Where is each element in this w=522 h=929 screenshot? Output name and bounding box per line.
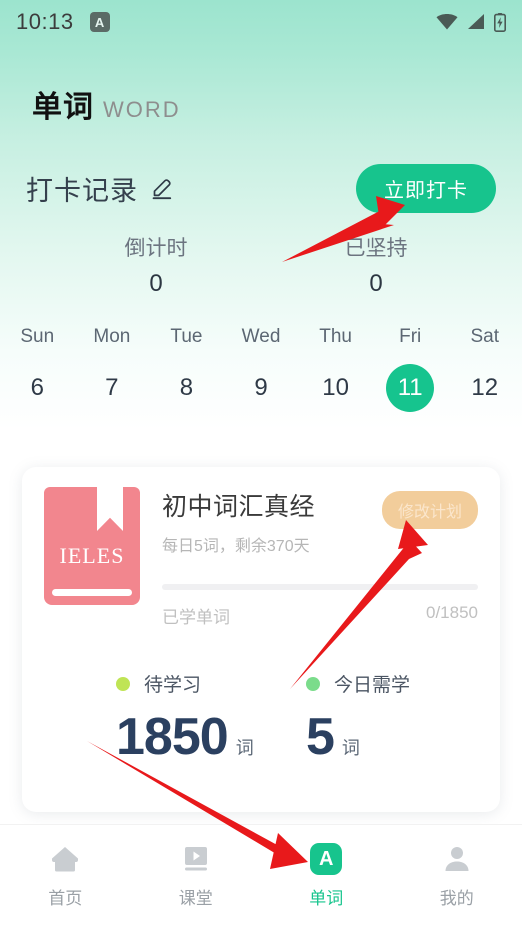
- day-col: Sat: [447, 326, 522, 348]
- app-root: 10:13 A 单词 WORD 打卡记录 立即打卡 倒计时 0 已坚持 0 Su…: [0, 0, 522, 929]
- day-col: Mon: [75, 326, 150, 348]
- day-number: 12: [471, 374, 499, 401]
- day-of-week-label: Sat: [470, 326, 500, 347]
- plan-card-header: IELES 初中词汇真经 每日5词，剩余370天 修改计划 已学单词 0/185…: [44, 487, 478, 628]
- stat-pending-head: 待学习: [116, 670, 288, 697]
- stat-pending: 待学习 1850 词: [44, 670, 288, 767]
- day-col: Fri: [373, 326, 448, 348]
- person-icon: [443, 841, 471, 877]
- day-of-week-label: Mon: [93, 326, 131, 347]
- checkin-record-row: 打卡记录 立即打卡: [0, 160, 522, 216]
- status-dot: [306, 676, 320, 691]
- nav-item-home[interactable]: 首页: [0, 841, 131, 929]
- nav-label-word: 单词: [309, 889, 344, 908]
- nav-label-profile: 我的: [439, 889, 474, 908]
- day-cell-11[interactable]: 11: [373, 364, 448, 412]
- week-day-numbers: 6 7 8 9 10 11 12: [0, 364, 522, 412]
- stat-pending-value: 1850 词: [116, 707, 288, 767]
- nav-label-home: 首页: [48, 889, 83, 908]
- counter-streak-label: 已坚持: [344, 237, 408, 260]
- counter-countdown: 倒计时 0: [0, 232, 266, 298]
- checkin-record-title: 打卡记录: [26, 175, 138, 206]
- book-cover-icon: IELES: [44, 487, 140, 605]
- bottom-navigation: 首页 课堂 A 单词 我的: [0, 824, 522, 929]
- study-plan-card[interactable]: IELES 初中词汇真经 每日5词，剩余370天 修改计划 已学单词 0/185…: [22, 467, 500, 812]
- day-of-week-label: Thu: [319, 326, 352, 347]
- book-spine: [52, 589, 132, 596]
- week-calendar: Sun Mon Tue Wed Thu Fri Sat 6 7 8 9 10 1…: [0, 326, 522, 412]
- stat-today-label: 今日需学: [334, 675, 411, 696]
- plan-progress-row: 已学单词 0/1850: [162, 603, 478, 628]
- word-a-badge-letter: A: [310, 843, 343, 875]
- page-title: 单词 WORD: [32, 82, 181, 126]
- stat-today-unit: 词: [341, 738, 360, 758]
- day-number: 6: [30, 374, 44, 401]
- checkin-counters: 倒计时 0 已坚持 0: [0, 232, 522, 298]
- day-of-week-label: Sun: [20, 326, 55, 347]
- day-number: 9: [254, 374, 268, 401]
- day-col: Wed: [224, 326, 299, 348]
- book-cover-label: IELES: [59, 543, 125, 568]
- day-of-week-label: Tue: [170, 326, 203, 347]
- counter-streak: 已坚持 0: [266, 232, 522, 298]
- status-bar: 10:13 A: [0, 0, 522, 44]
- nav-item-word[interactable]: A 单词: [261, 841, 392, 929]
- day-cell-12[interactable]: 12: [447, 364, 522, 412]
- stat-pending-number: 1850: [116, 708, 229, 766]
- checkin-now-button[interactable]: 立即打卡: [356, 163, 496, 213]
- day-col: Thu: [298, 326, 373, 348]
- week-day-names: Sun Mon Tue Wed Thu Fri Sat: [0, 326, 522, 348]
- day-number: 7: [105, 374, 119, 401]
- stat-today: 今日需学 5 词: [288, 670, 478, 767]
- plan-progress-bar: [162, 584, 478, 590]
- status-indicators: [436, 12, 506, 32]
- plan-progress-value: 0/1850: [426, 603, 478, 622]
- day-of-week-label: Fri: [399, 326, 422, 347]
- counter-countdown-label: 倒计时: [124, 237, 188, 260]
- stat-pending-unit: 词: [235, 738, 254, 758]
- stat-today-number: 5: [306, 708, 335, 766]
- notification-app-icon: A: [89, 12, 110, 32]
- day-cell-8[interactable]: 8: [149, 364, 224, 412]
- page-title-en: WORD: [103, 97, 181, 122]
- battery-charging-icon: [494, 12, 506, 32]
- day-col: Tue: [149, 326, 224, 348]
- plan-progress-label: 已学单词: [162, 608, 230, 627]
- plan-subtitle: 每日5词，剩余370天: [162, 538, 310, 555]
- play-icon: [182, 841, 210, 877]
- nav-label-class: 课堂: [178, 889, 213, 908]
- page-title-cn: 单词: [32, 91, 94, 124]
- day-of-week-label: Wed: [241, 326, 281, 347]
- stat-today-head: 今日需学: [306, 670, 478, 697]
- word-a-icon: A: [310, 841, 343, 877]
- signal-icon: [467, 14, 485, 30]
- counter-countdown-value: 0: [149, 270, 163, 297]
- plan-info: 初中词汇真经 每日5词，剩余370天 修改计划 已学单词 0/1850: [140, 487, 478, 628]
- bookmark-icon: [97, 487, 123, 531]
- nav-item-profile[interactable]: 我的: [392, 841, 522, 929]
- day-number: 10: [322, 374, 349, 401]
- stat-pending-label: 待学习: [144, 675, 202, 696]
- day-cell-10[interactable]: 10: [298, 364, 373, 412]
- status-time: 10:13: [16, 9, 74, 34]
- day-col: Sun: [0, 326, 75, 348]
- stat-today-value: 5 词: [306, 707, 478, 767]
- counter-streak-value: 0: [369, 270, 383, 297]
- day-cell-9[interactable]: 9: [224, 364, 299, 412]
- day-cell-6[interactable]: 6: [0, 364, 75, 412]
- wifi-icon: [436, 14, 458, 30]
- day-number: 8: [179, 374, 194, 401]
- home-icon: [50, 841, 80, 877]
- day-number-selected: 11: [386, 364, 435, 412]
- day-cell-7[interactable]: 7: [75, 364, 150, 412]
- status-dot: [116, 676, 130, 691]
- nav-item-class[interactable]: 课堂: [131, 841, 262, 929]
- edit-plan-button[interactable]: 修改计划: [381, 491, 478, 529]
- plan-stats: 待学习 1850 词 今日需学 5 词: [44, 670, 478, 767]
- pencil-icon[interactable]: [150, 176, 174, 200]
